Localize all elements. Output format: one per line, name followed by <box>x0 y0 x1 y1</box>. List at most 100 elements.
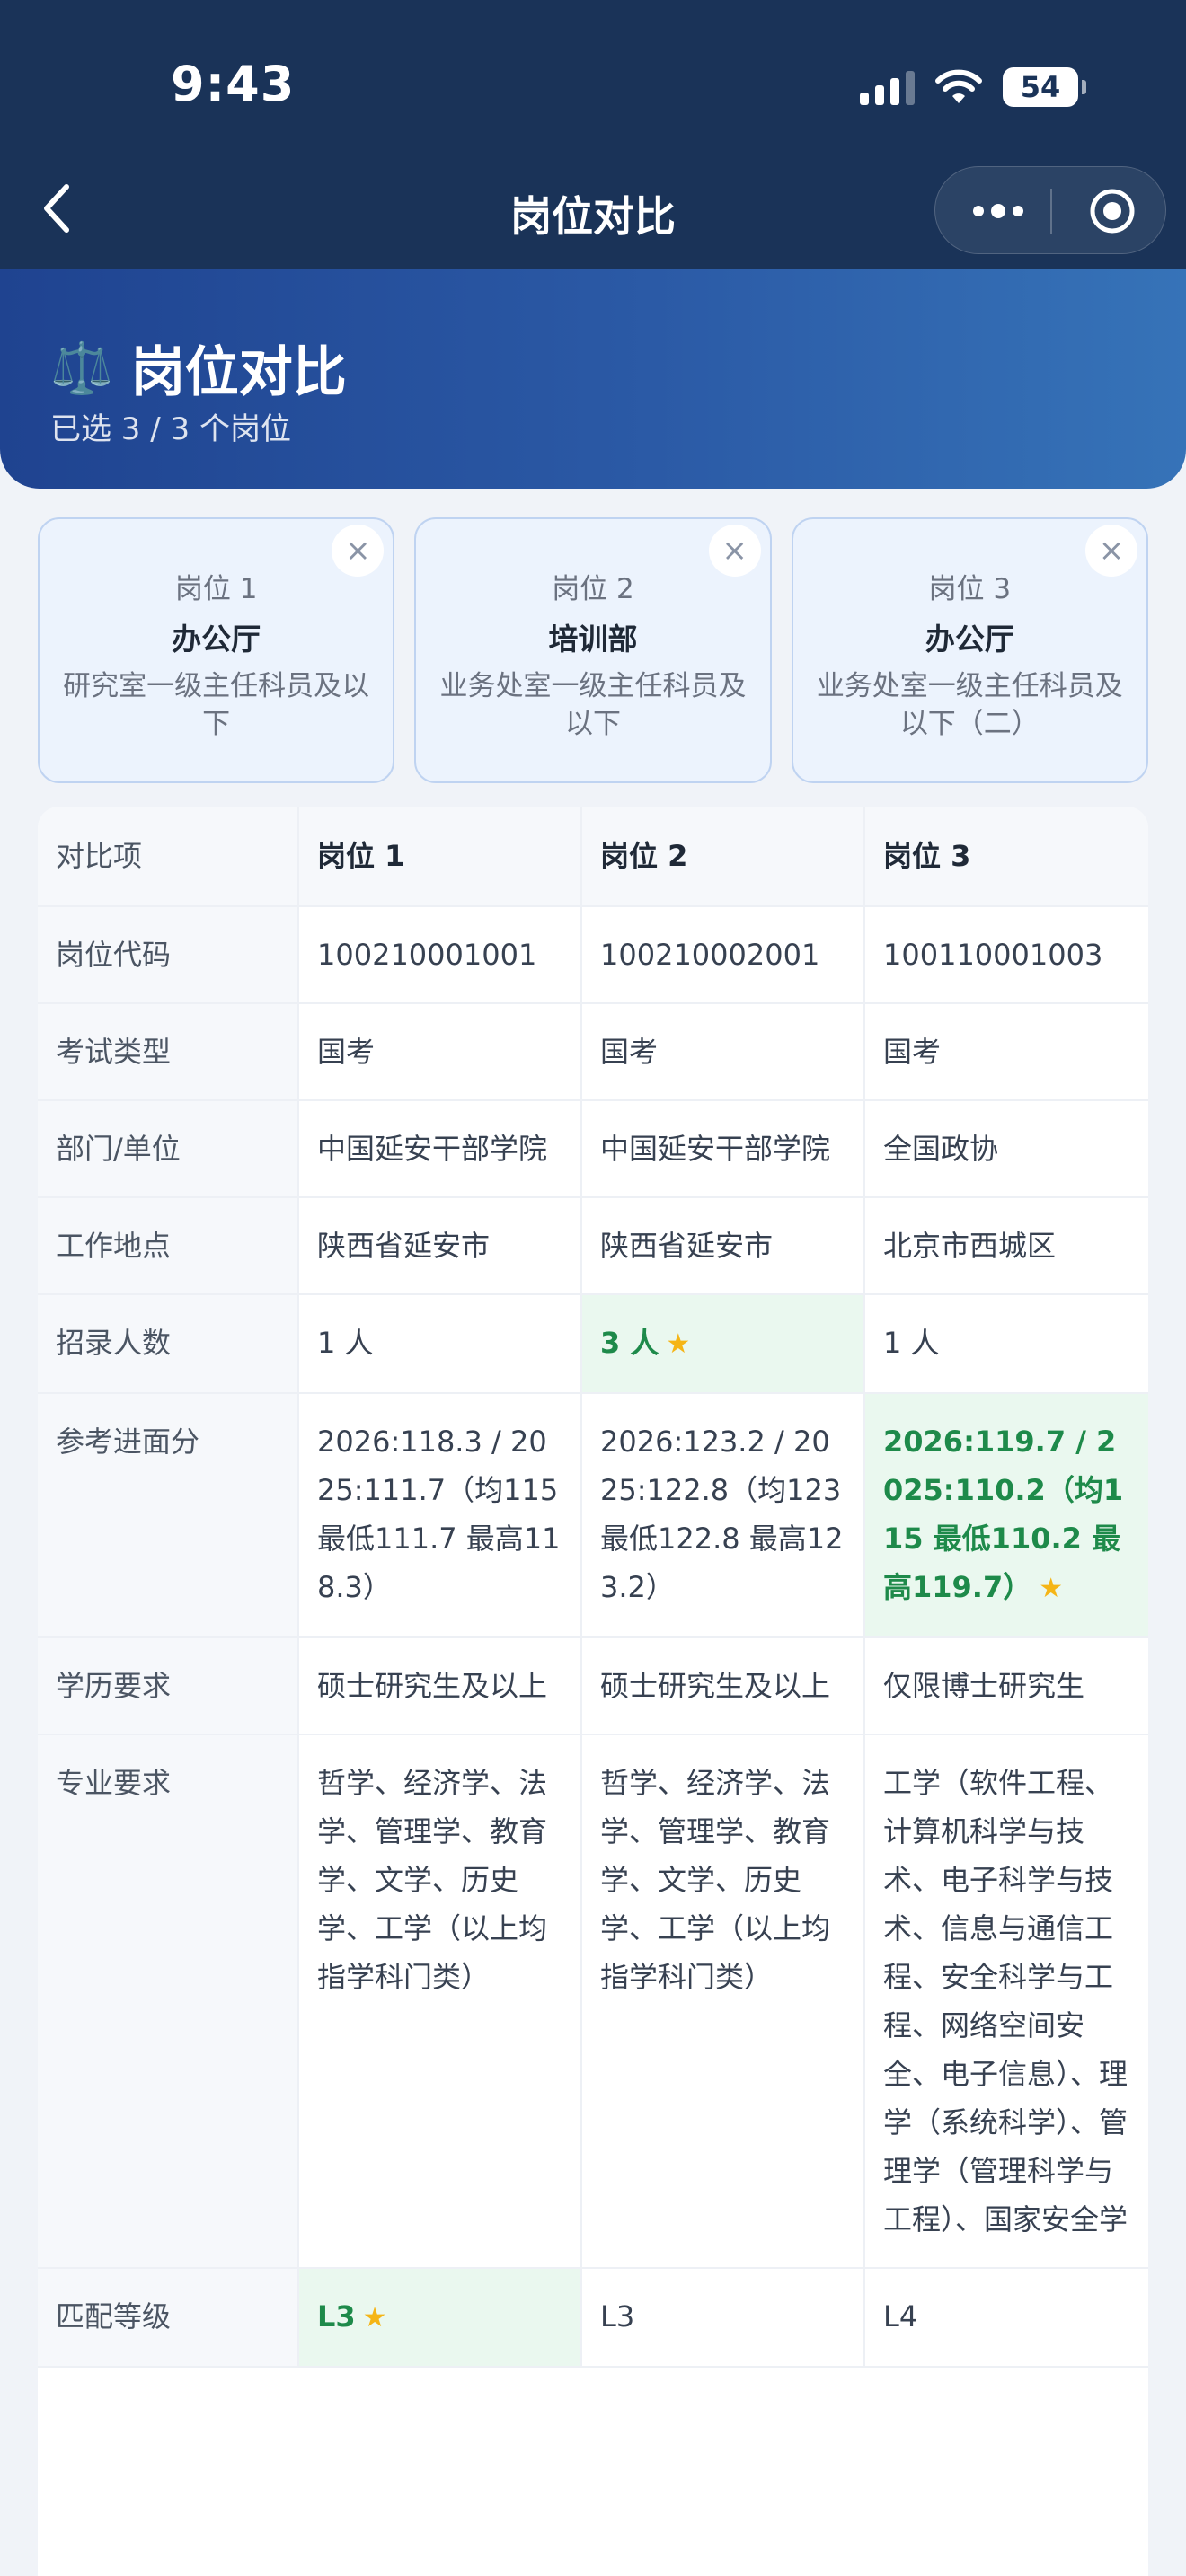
row-label: 工作地点 <box>38 1197 299 1295</box>
value-cell: 国考 <box>864 1003 1148 1101</box>
cell-text: 1 人 <box>883 1326 940 1360</box>
value-cell: 100110001003 <box>864 906 1148 1004</box>
cell-text: L3 <box>600 2299 635 2333</box>
cell-text: 1 人 <box>317 1326 374 1360</box>
value-cell: L4 <box>864 2268 1148 2368</box>
value-cell: 2026:118.3 / 2025:111.7（均115 最低111.7 最高1… <box>298 1393 582 1638</box>
cell-text: 全国政协 <box>883 1132 999 1166</box>
battery-icon: 54 <box>1003 67 1086 107</box>
remove-position-icon[interactable]: × <box>332 525 385 577</box>
cell-text: 100210001001 <box>317 938 537 972</box>
column-header: 岗位 3 <box>864 807 1148 907</box>
row-label: 岗位代码 <box>38 906 299 1004</box>
value-cell: 国考 <box>581 1003 865 1101</box>
value-cell: 哲学、经济学、法学、管理学、教育学、文学、历史学、工学（以上均指学科门类） <box>581 1734 865 2269</box>
row-label: 参考进面分 <box>38 1393 299 1638</box>
position-label: 岗位 3 <box>928 573 1012 605</box>
cell-text: 2026:119.7 / 2025:110.2（均115 最低110.2 最高1… <box>883 1425 1124 1604</box>
position-cards: × 岗位 1 办公厅 研究室一级主任科员及以下 × 岗位 2 培训部 业务处室一… <box>38 517 1148 783</box>
cell-text: 100110001003 <box>883 938 1103 972</box>
cellular-signal-icon <box>860 69 915 105</box>
cell-text: 2026:123.2 / 2025:122.8（均123 最低122.8 最高1… <box>600 1425 844 1604</box>
row-label: 招录人数 <box>38 1294 299 1394</box>
cell-text: 2026:118.3 / 2025:111.7（均115 最低111.7 最高1… <box>317 1425 561 1604</box>
cell-text: 国考 <box>600 1035 659 1069</box>
compare-table: 对比项 岗位 1 岗位 2 岗位 3 岗位代码 100210001001 10021… <box>38 807 1148 2576</box>
value-cell: 全国政协 <box>864 1100 1148 1198</box>
position-dept: 办公厅 <box>172 622 261 657</box>
cell-text: 硕士研究生及以上 <box>600 1669 831 1703</box>
table-row: 岗位代码 100210001001 100210002001 100110001003 <box>38 906 1148 1004</box>
table-row: 部门/单位 中国延安干部学院 中国延安干部学院 全国政协 <box>38 1100 1148 1198</box>
table-row: 学历要求 硕士研究生及以上 硕士研究生及以上 仅限博士研究生 <box>38 1637 1148 1735</box>
cell-text: 哲学、经济学、法学、管理学、教育学、文学、历史学、工学（以上均指学科门类） <box>317 1766 548 1994</box>
cell-text: 陕西省延安市 <box>317 1229 491 1263</box>
row-label: 专业要求 <box>38 1734 299 2269</box>
hero-title-row: ⚖️ 岗位对比 <box>50 329 347 407</box>
value-cell: 中国延安干部学院 <box>581 1100 865 1198</box>
position-desc: 业务处室一级主任科员及以下（二） <box>816 670 1123 740</box>
value-cell: 硕士研究生及以上 <box>581 1637 865 1735</box>
position-card[interactable]: × 岗位 2 培训部 业务处室一级主任科员及以下 <box>414 517 772 783</box>
remove-position-icon[interactable]: × <box>1084 525 1137 577</box>
row-label: 考试类型 <box>38 1003 299 1101</box>
table-row: 工作地点 陕西省延安市 陕西省延安市 北京市西城区 <box>38 1197 1148 1295</box>
value-cell: 哲学、经济学、法学、管理学、教育学、文学、历史学、工学（以上均指学科门类） <box>298 1734 582 2269</box>
cell-text: 中国延安干部学院 <box>317 1132 548 1166</box>
star-icon: ★ <box>1039 1573 1064 1604</box>
cell-text: 中国延安干部学院 <box>600 1132 831 1166</box>
value-cell: 国考 <box>298 1003 582 1101</box>
value-cell: 仅限博士研究生 <box>864 1637 1148 1735</box>
table-row: 招录人数 1 人 3 人 ★ 1 人 <box>38 1294 1148 1394</box>
selected-count: 已选 3 / 3 个岗位 <box>50 411 291 447</box>
value-cell: 陕西省延安市 <box>298 1197 582 1295</box>
position-label: 岗位 1 <box>174 573 258 605</box>
best-value-cell: 3 人 ★ <box>581 1294 865 1394</box>
value-cell: 陕西省延安市 <box>581 1197 865 1295</box>
capsule-divider <box>1050 189 1052 234</box>
value-cell: 北京市西城区 <box>864 1197 1148 1295</box>
cell-text: 3 人 <box>600 1326 659 1360</box>
value-cell: 100210001001 <box>298 906 582 1004</box>
value-cell: 工学（软件工程、计算机科学与技术、电子科学与技术、信息与通信工程、安全科学与工程… <box>864 1734 1148 2269</box>
best-value-cell: 2026:119.7 / 2025:110.2（均115 最低110.2 最高1… <box>864 1393 1148 1638</box>
cell-text: 仅限博士研究生 <box>883 1669 1085 1703</box>
star-icon: ★ <box>666 1328 691 1360</box>
column-header: 岗位 2 <box>581 807 865 907</box>
cell-text: 国考 <box>883 1035 942 1069</box>
position-card[interactable]: × 岗位 1 办公厅 研究室一级主任科员及以下 <box>38 517 395 783</box>
value-cell: 100210002001 <box>581 906 865 1004</box>
mini-program-capsule <box>934 166 1166 254</box>
table-row: 专业要求 哲学、经济学、法学、管理学、教育学、文学、历史学、工学（以上均指学科门类… <box>38 1734 1148 2269</box>
position-card[interactable]: × 岗位 3 办公厅 业务处室一级主任科员及以下（二） <box>791 517 1148 783</box>
value-cell: 2026:123.2 / 2025:122.8（均123 最低122.8 最高1… <box>581 1393 865 1638</box>
value-cell: L3 <box>581 2268 865 2368</box>
cell-text: 北京市西城区 <box>883 1229 1057 1263</box>
table-header-row: 对比项 岗位 1 岗位 2 岗位 3 <box>38 807 1148 907</box>
more-icon[interactable] <box>971 198 1025 225</box>
star-icon: ★ <box>362 2302 387 2333</box>
wifi-icon <box>935 69 982 103</box>
column-header: 岗位 1 <box>298 807 582 907</box>
status-time: 9:43 <box>171 56 296 112</box>
cell-text: L4 <box>883 2299 918 2333</box>
status-icons: 54 <box>860 65 1086 110</box>
close-miniprogram-icon[interactable] <box>1088 187 1137 235</box>
value-cell: 1 人 <box>864 1294 1148 1394</box>
remove-position-icon[interactable]: × <box>708 525 761 577</box>
value-cell: 1 人 <box>298 1294 582 1394</box>
cell-text: 硕士研究生及以上 <box>317 1669 548 1703</box>
table-row: 匹配等级 L3 ★ L3 L4 <box>38 2268 1148 2368</box>
cell-text: 国考 <box>317 1035 376 1069</box>
value-cell: 中国延安干部学院 <box>298 1100 582 1198</box>
row-label: 匹配等级 <box>38 2268 299 2368</box>
best-value-cell: L3 ★ <box>298 2268 582 2368</box>
column-header: 对比项 <box>38 807 299 907</box>
table-row: 考试类型 国考 国考 国考 <box>38 1003 1148 1101</box>
hero-header: ⚖️ 岗位对比 已选 3 / 3 个岗位 <box>0 269 1186 489</box>
row-label: 学历要求 <box>38 1637 299 1735</box>
position-desc: 研究室一级主任科员及以下 <box>63 670 370 740</box>
hero-title: 岗位对比 <box>130 341 347 404</box>
position-dept: 培训部 <box>548 622 638 657</box>
value-cell: 硕士研究生及以上 <box>298 1637 582 1735</box>
